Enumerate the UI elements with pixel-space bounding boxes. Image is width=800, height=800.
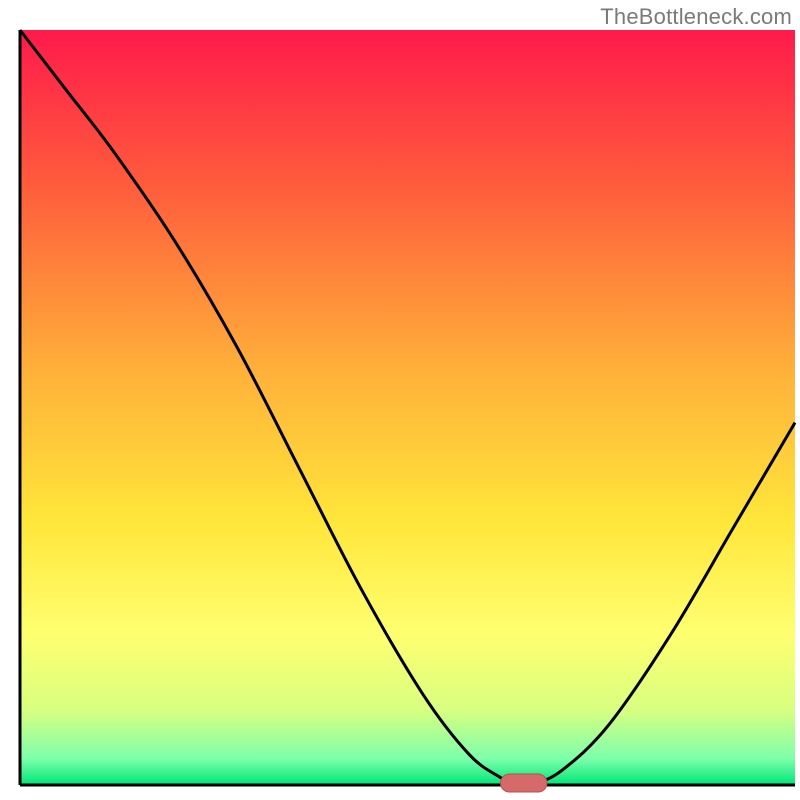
chart-container: TheBottleneck.com	[0, 0, 800, 800]
optimum-marker	[501, 774, 548, 792]
watermark-text: TheBottleneck.com	[600, 4, 792, 30]
bottleneck-plot	[0, 0, 800, 800]
